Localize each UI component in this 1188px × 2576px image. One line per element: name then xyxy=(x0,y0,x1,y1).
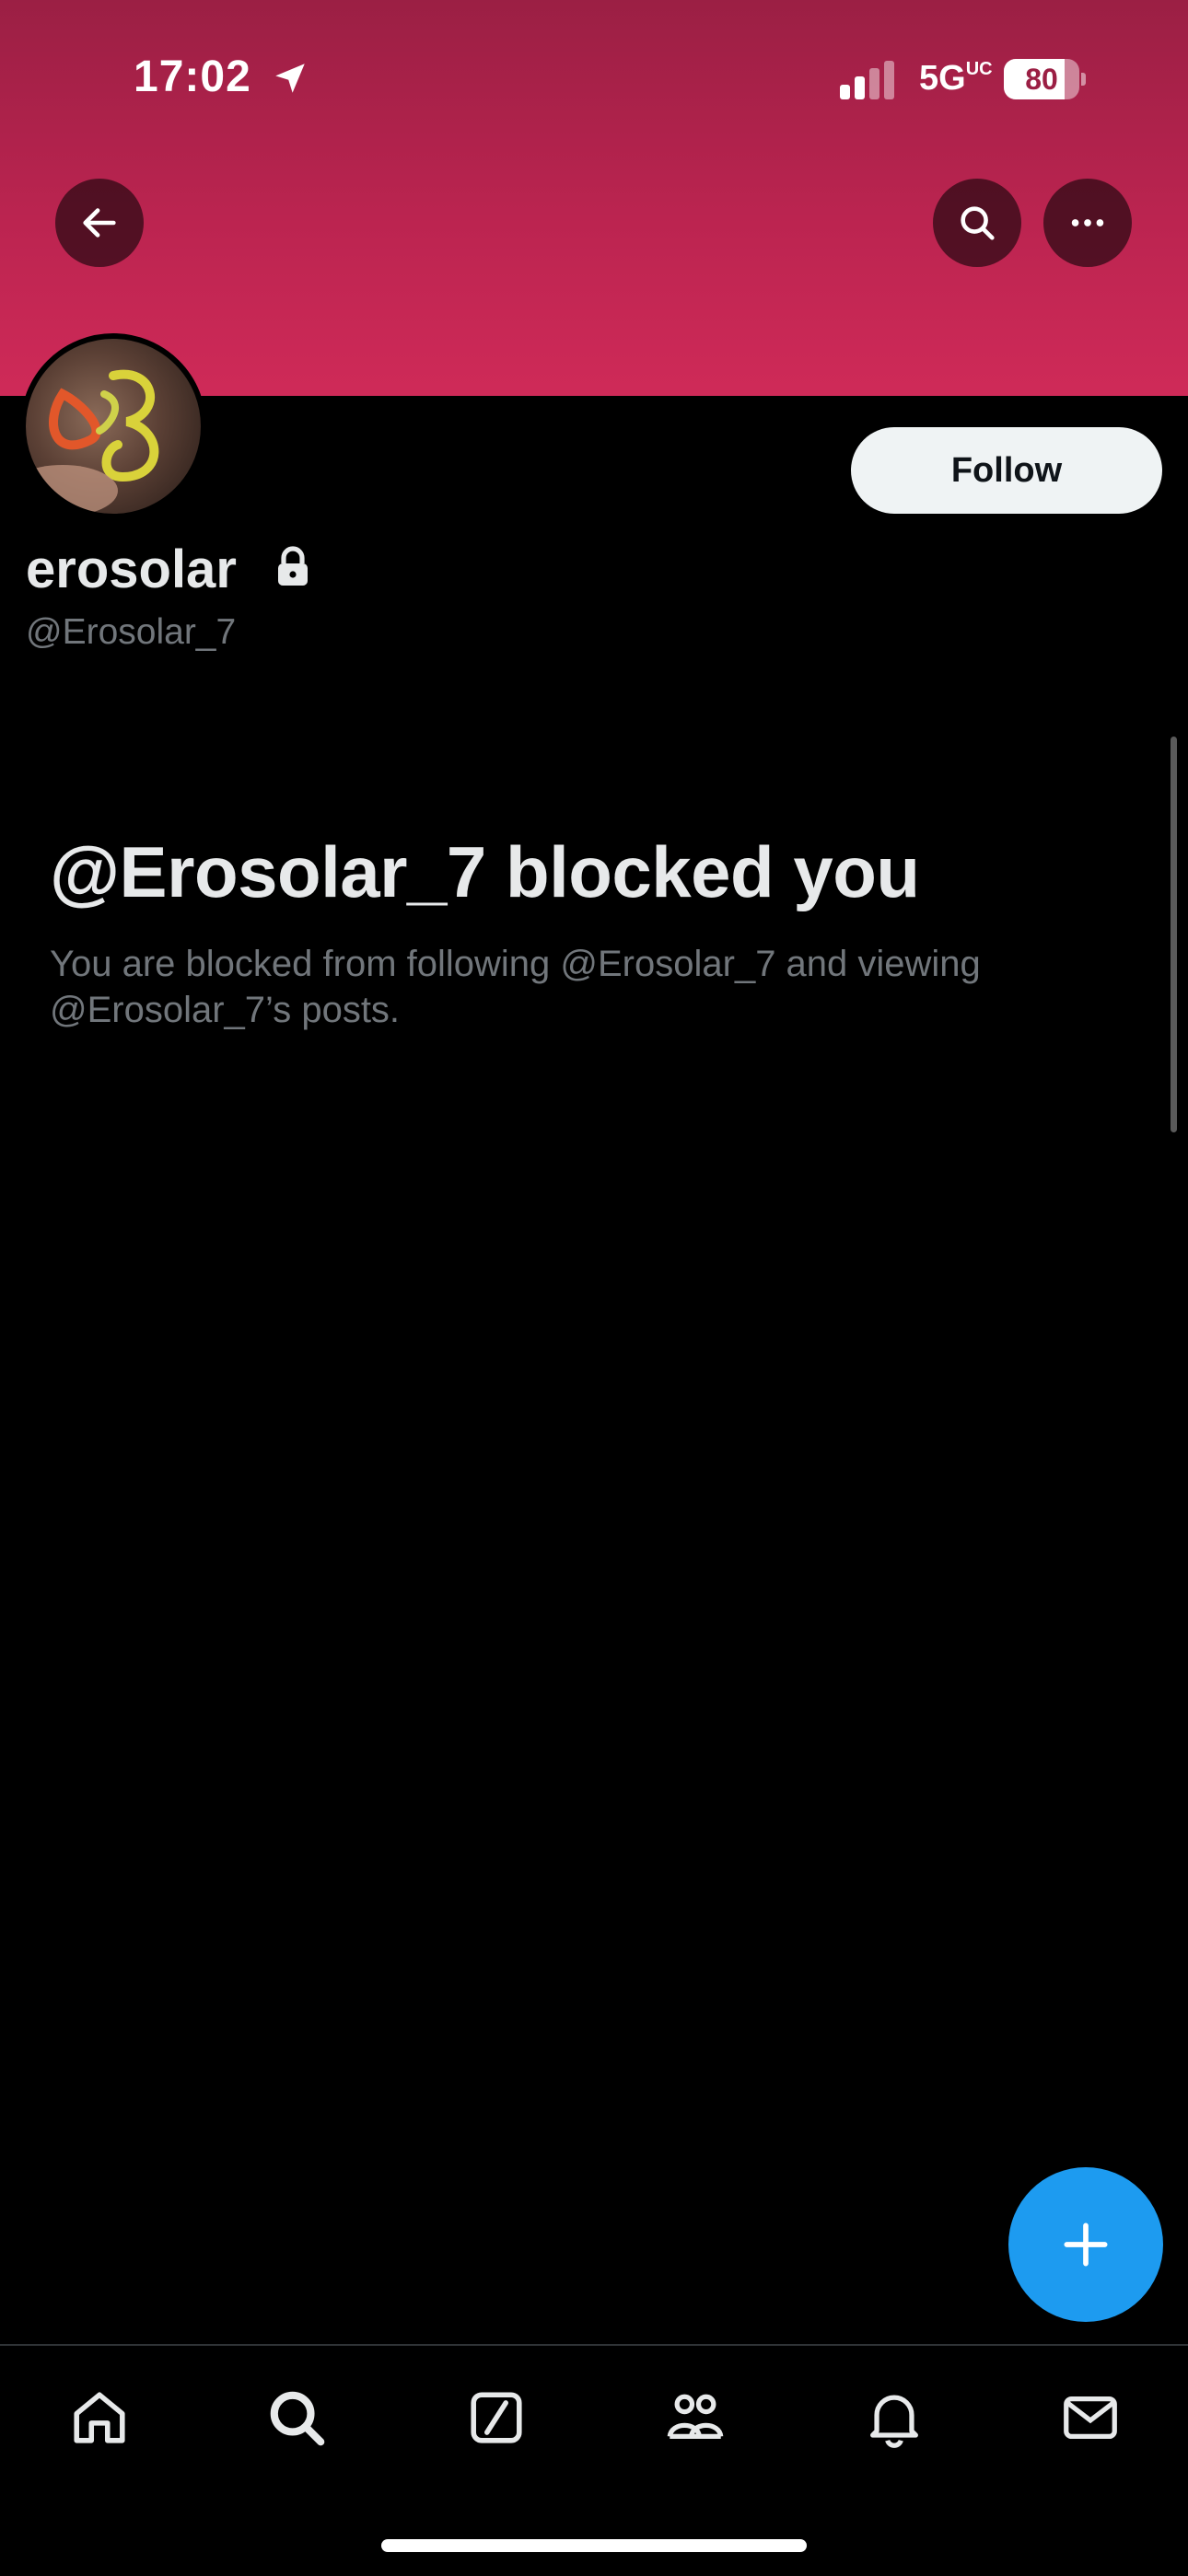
display-name: erosolar xyxy=(26,540,237,599)
location-arrow-icon xyxy=(275,64,305,93)
search-icon xyxy=(961,206,995,240)
tab-search[interactable] xyxy=(258,2379,335,2456)
plus-icon xyxy=(1064,2222,1108,2267)
search-icon xyxy=(270,2391,325,2446)
grok-icon xyxy=(471,2392,522,2443)
network-indicator: 5GUC xyxy=(919,59,993,99)
back-button[interactable] xyxy=(55,179,144,267)
follow-button[interactable]: Follow xyxy=(851,427,1162,514)
home-icon xyxy=(74,2392,125,2443)
avatar[interactable] xyxy=(20,333,206,519)
tab-messages[interactable] xyxy=(1052,2379,1129,2456)
profile-handle: @Erosolar_7 xyxy=(26,612,237,652)
battery-body: 80 xyxy=(1004,59,1079,99)
battery-indicator: 80 xyxy=(1004,59,1086,99)
tab-grok[interactable] xyxy=(458,2379,535,2456)
bell-icon xyxy=(870,2395,918,2448)
communities-icon xyxy=(667,2394,724,2440)
more-button[interactable] xyxy=(1043,179,1132,267)
blocked-description: You are blocked from following @Erosolar… xyxy=(50,944,981,1030)
home-indicator[interactable] xyxy=(381,2539,807,2552)
signal-icon xyxy=(840,61,894,99)
network-label: 5G xyxy=(919,59,966,98)
status-time: 17:02 xyxy=(134,52,251,101)
tab-communities[interactable] xyxy=(657,2379,734,2456)
tab-home[interactable] xyxy=(61,2379,138,2456)
lock-icon xyxy=(278,546,308,586)
tab-notifications[interactable] xyxy=(856,2379,933,2456)
network-badge: UC xyxy=(965,59,993,79)
blocked-title: @Erosolar_7 blocked you xyxy=(50,831,920,912)
more-horizontal-icon xyxy=(1071,219,1104,226)
mail-icon xyxy=(1064,2396,1117,2440)
avatar-image xyxy=(26,369,159,514)
search-button[interactable] xyxy=(933,179,1021,267)
compose-button[interactable] xyxy=(1008,2167,1163,2322)
battery-level: 80 xyxy=(1025,63,1058,96)
battery-tip xyxy=(1081,73,1086,86)
arrow-left-icon xyxy=(83,208,116,238)
scrollbar[interactable] xyxy=(1171,737,1177,1132)
